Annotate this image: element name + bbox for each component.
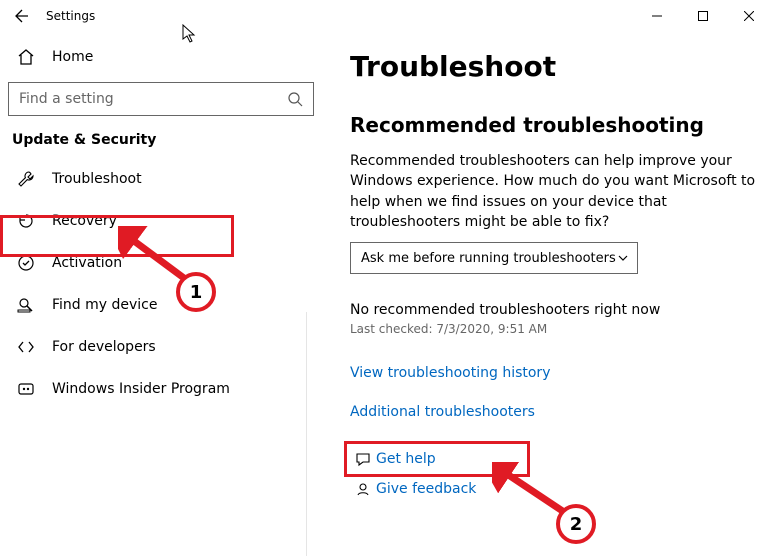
titlebar: Settings bbox=[0, 0, 772, 32]
sidebar-item-label: Find my device bbox=[52, 297, 158, 313]
insider-icon bbox=[16, 379, 36, 399]
help-icon bbox=[350, 451, 376, 467]
maximize-icon bbox=[698, 11, 708, 21]
wrench-icon bbox=[16, 169, 36, 189]
sidebar-item-activation[interactable]: Activation bbox=[4, 242, 320, 284]
sidebar-nav: Troubleshoot Recovery Activation Find my… bbox=[4, 158, 320, 410]
sidebar-home[interactable]: Home bbox=[4, 38, 320, 76]
sidebar-home-label: Home bbox=[52, 49, 93, 65]
divider bbox=[306, 312, 320, 556]
sidebar-item-find-my-device[interactable]: Find my device bbox=[4, 284, 320, 326]
sidebar-item-label: Recovery bbox=[52, 213, 117, 229]
sidebar-item-troubleshoot[interactable]: Troubleshoot bbox=[4, 158, 320, 200]
content-pane: Troubleshoot Recommended troubleshooting… bbox=[320, 32, 772, 556]
sidebar: Home Update & Security Troubleshoot Reco… bbox=[0, 32, 320, 556]
recovery-icon bbox=[16, 211, 36, 231]
additional-troubleshooters-link[interactable]: Additional troubleshooters bbox=[350, 404, 535, 420]
developers-icon bbox=[16, 337, 36, 357]
home-icon bbox=[16, 47, 36, 67]
maximize-button[interactable] bbox=[680, 0, 726, 32]
chevron-down-icon bbox=[617, 252, 629, 264]
activation-icon bbox=[16, 253, 36, 273]
sidebar-item-label: For developers bbox=[52, 339, 156, 355]
close-button[interactable] bbox=[726, 0, 772, 32]
last-checked-text: Last checked: 7/3/2020, 9:51 AM bbox=[350, 322, 772, 336]
sidebar-item-label: Windows Insider Program bbox=[52, 381, 230, 397]
section-description: Recommended troubleshooters can help imp… bbox=[350, 151, 756, 232]
sidebar-item-label: Troubleshoot bbox=[52, 171, 142, 187]
section-title: Recommended troubleshooting bbox=[350, 113, 772, 137]
give-feedback-link[interactable]: Give feedback bbox=[350, 476, 772, 502]
search-input[interactable] bbox=[9, 83, 277, 115]
app-title: Settings bbox=[38, 9, 95, 23]
sidebar-item-for-developers[interactable]: For developers bbox=[4, 326, 320, 368]
get-help-label: Get help bbox=[376, 451, 436, 467]
get-help-link[interactable]: Get help bbox=[350, 446, 772, 472]
find-device-icon bbox=[16, 295, 36, 315]
select-value: Ask me before running troubleshooters bbox=[361, 251, 616, 266]
back-button[interactable] bbox=[6, 0, 38, 32]
troubleshoot-preference-select[interactable]: Ask me before running troubleshooters bbox=[350, 242, 638, 274]
page-title: Troubleshoot bbox=[350, 50, 772, 83]
window-controls bbox=[634, 0, 772, 32]
sidebar-category: Update & Security bbox=[4, 116, 320, 158]
sidebar-item-label: Activation bbox=[52, 255, 122, 271]
minimize-button[interactable] bbox=[634, 0, 680, 32]
give-feedback-label: Give feedback bbox=[376, 481, 476, 497]
minimize-icon bbox=[652, 11, 662, 21]
arrow-left-icon bbox=[14, 8, 30, 24]
no-recommended-text: No recommended troubleshooters right now bbox=[350, 302, 772, 318]
feedback-icon bbox=[350, 481, 376, 497]
sidebar-item-windows-insider[interactable]: Windows Insider Program bbox=[4, 368, 320, 410]
close-icon bbox=[744, 11, 754, 21]
sidebar-item-recovery[interactable]: Recovery bbox=[4, 200, 320, 242]
search-icon bbox=[277, 91, 313, 107]
search-box[interactable] bbox=[8, 82, 314, 116]
view-history-link[interactable]: View troubleshooting history bbox=[350, 365, 550, 381]
